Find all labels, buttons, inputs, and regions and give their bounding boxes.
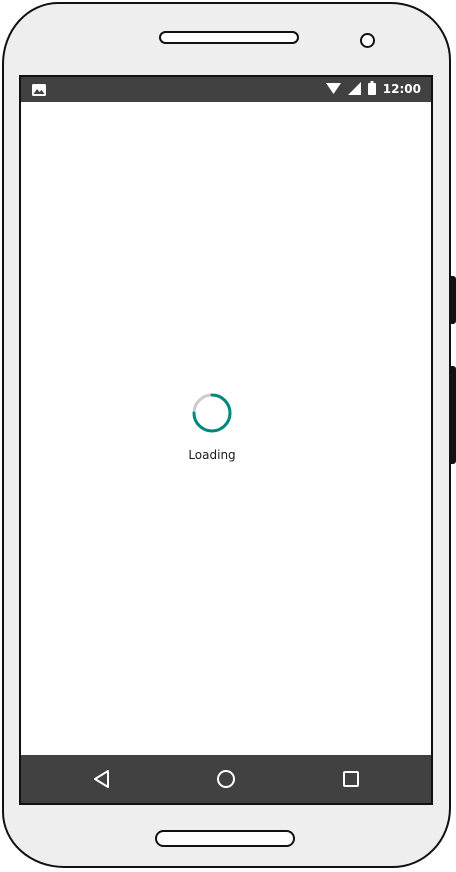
status-icons: 12:00 [325,80,421,99]
volume-button [450,366,456,464]
wifi-icon [325,80,341,99]
earpiece-speaker [159,31,299,44]
battery-icon [367,80,376,99]
front-camera [360,33,375,48]
home-icon[interactable] [214,767,238,791]
bottom-speaker [155,830,295,847]
screen: 12:00 Loading [19,75,433,805]
back-icon[interactable] [90,767,114,791]
content-area: Loading [21,102,431,755]
recents-icon[interactable] [339,767,363,791]
status-bar: 12:00 [21,77,431,102]
signal-icon [347,80,361,99]
loading-spinner [192,393,232,433]
loading-label: Loading [188,448,236,462]
power-button [450,276,456,324]
status-time: 12:00 [382,82,421,96]
navigation-bar [21,755,431,803]
image-icon [31,82,47,101]
